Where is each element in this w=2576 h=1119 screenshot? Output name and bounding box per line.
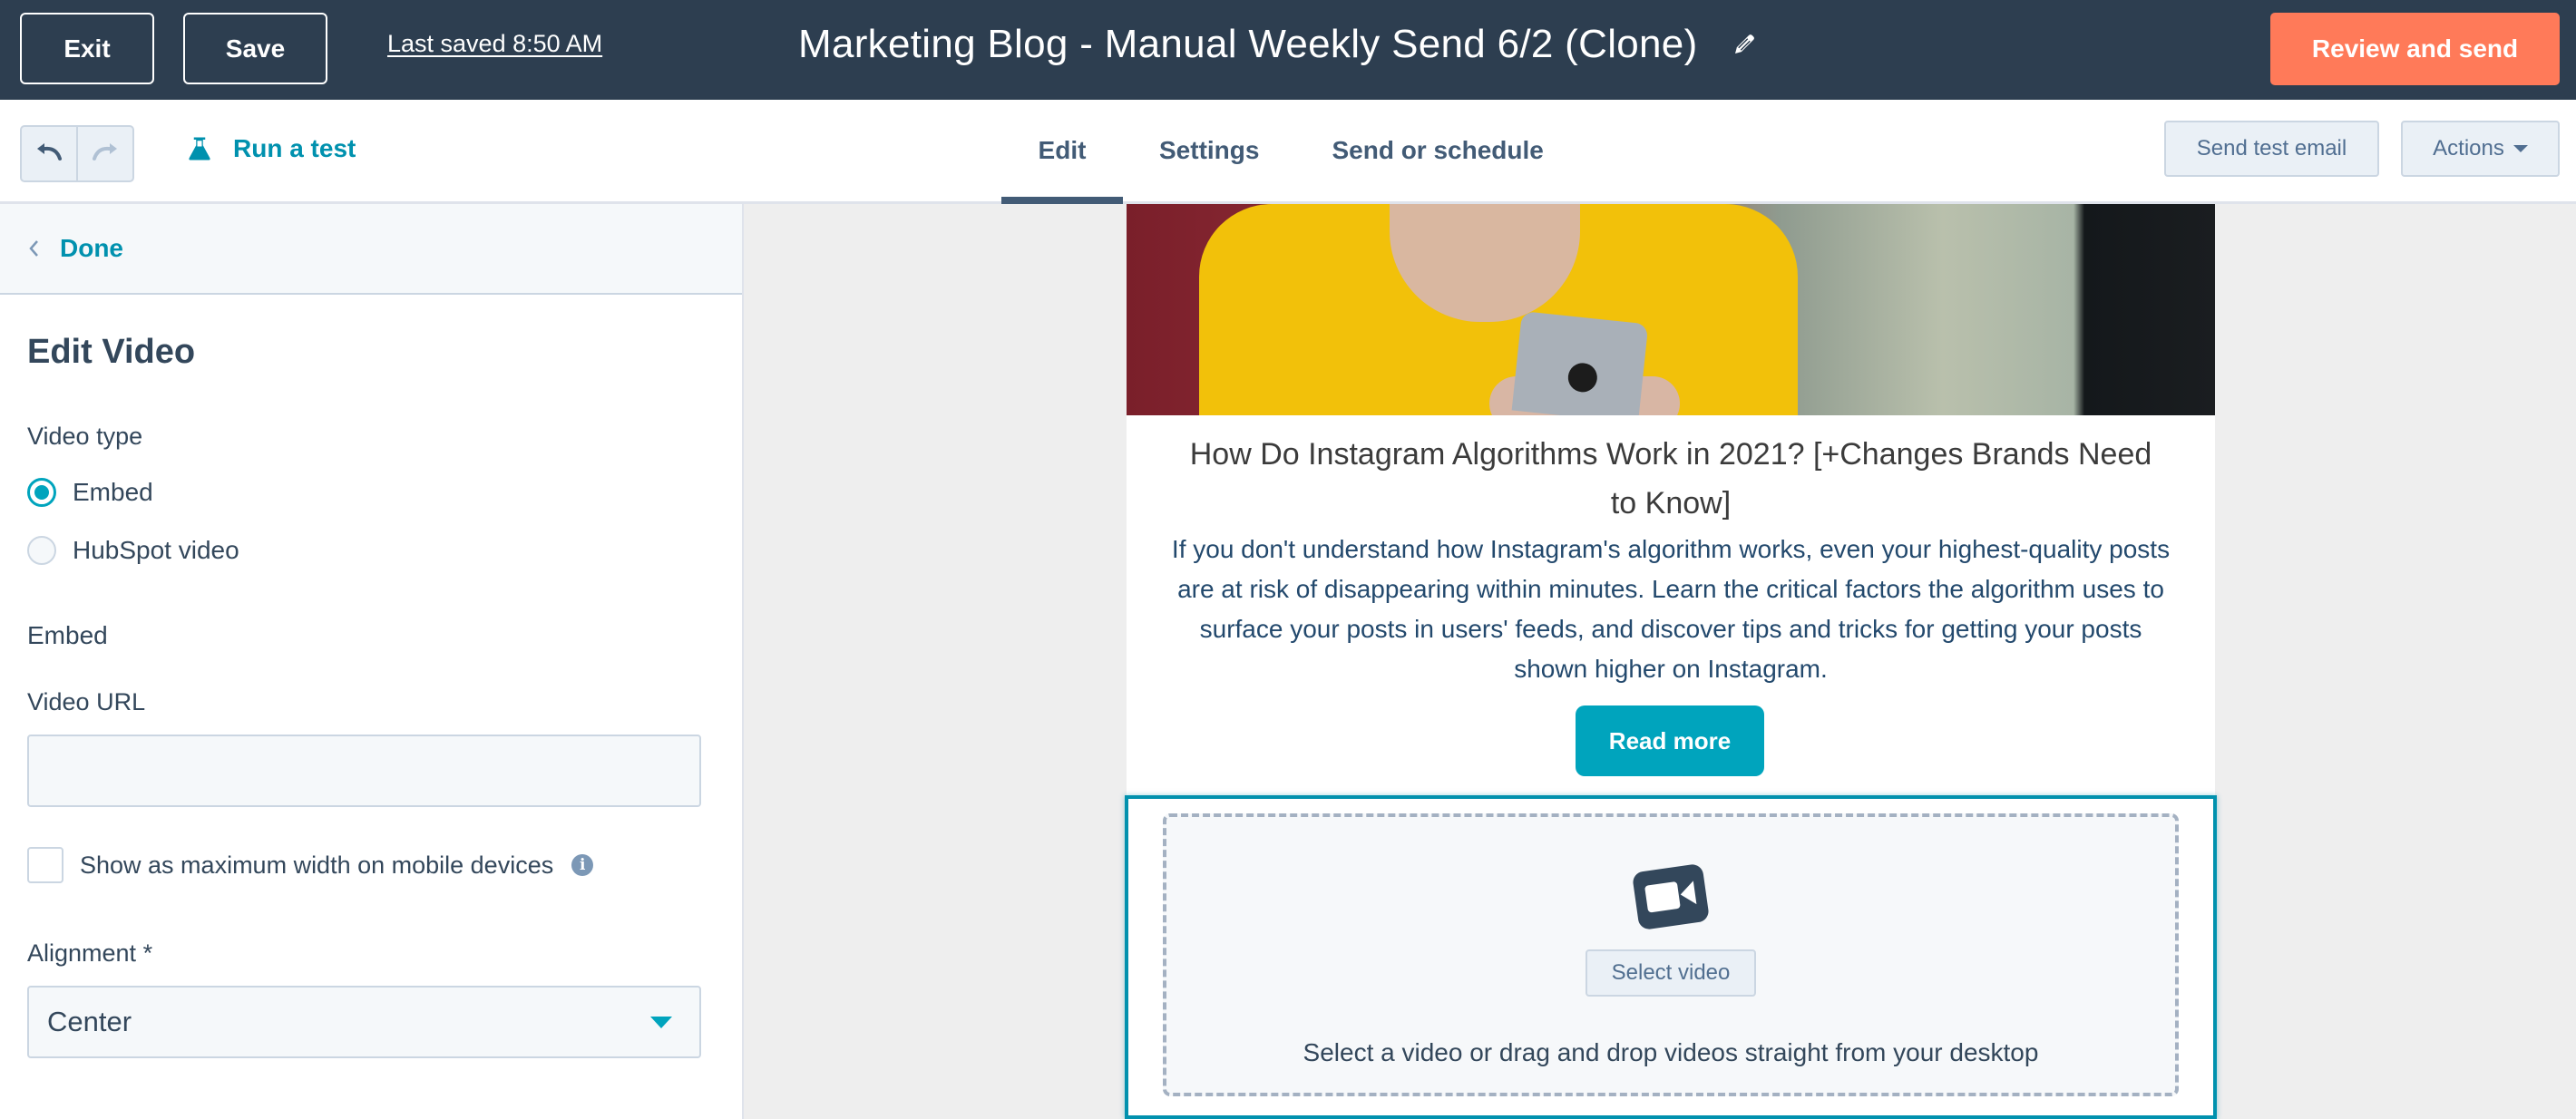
video-type-label: Video type [27, 423, 143, 450]
email-body: How Do Instagram Algorithms Work in 2021… [1125, 204, 2217, 1119]
chevron-left-icon [27, 238, 40, 258]
edit-video-panel: Done Edit Video Video type Embed HubSpot… [0, 204, 744, 1119]
alignment-value: Center [47, 1006, 132, 1037]
redo-icon [91, 141, 120, 167]
tab-settings[interactable]: Settings [1123, 100, 1295, 201]
undo-button[interactable] [22, 127, 76, 180]
done-button[interactable]: Done [0, 204, 742, 295]
done-label: Done [60, 234, 123, 262]
blog-post-image[interactable] [1127, 204, 2215, 415]
hero-image-phone-lens [1566, 361, 1599, 394]
hero-image-phone [1511, 310, 1649, 415]
select-video-button[interactable]: Select video [1586, 949, 1756, 997]
radio-button-checked[interactable] [27, 478, 56, 507]
tab-edit[interactable]: Edit [1001, 100, 1123, 204]
run-a-test-link[interactable]: Run a test [186, 134, 356, 163]
actions-dropdown-button[interactable]: Actions [2401, 121, 2560, 177]
max-width-label: Show as maximum width on mobile devices [80, 851, 554, 879]
actions-label: Actions [2433, 136, 2504, 161]
review-and-send-button[interactable]: Review and send [2270, 13, 2560, 85]
radio-hubspot-video-label: HubSpot video [73, 536, 239, 564]
pencil-icon[interactable] [1731, 31, 1758, 58]
email-title: Marketing Blog - Manual Weekly Send 6/2 … [798, 22, 1698, 66]
radio-embed[interactable]: Embed [27, 474, 715, 511]
send-test-email-button[interactable]: Send test email [2164, 121, 2379, 177]
read-more-button[interactable]: Read more [1576, 705, 1764, 776]
editor-tabs: Edit Settings Send or schedule [1001, 100, 1580, 204]
editor-toolbar: Run a test Edit Settings Send or schedul… [0, 100, 2576, 204]
undo-redo-group [20, 125, 134, 182]
last-saved-link[interactable]: Last saved 8:50 AM [387, 30, 602, 58]
undo-icon [34, 141, 63, 167]
drop-instructions: Select a video or drag and drop videos s… [1303, 1038, 2039, 1066]
radio-embed-label: Embed [73, 478, 153, 506]
info-icon[interactable]: i [571, 854, 594, 876]
email-preview-canvas: How Do Instagram Algorithms Work in 2021… [746, 204, 2576, 1119]
dropdown-arrow-icon [650, 1016, 672, 1028]
max-width-checkbox[interactable] [27, 847, 63, 883]
email-title-area: Marketing Blog - Manual Weekly Send 6/2 … [798, 22, 1758, 67]
video-url-input[interactable] [27, 735, 701, 807]
radio-hubspot-video[interactable]: HubSpot video [27, 532, 715, 569]
panel-title: Edit Video [27, 333, 196, 371]
video-url-label: Video URL [27, 688, 146, 715]
redo-button[interactable] [76, 127, 132, 180]
flask-icon [186, 135, 213, 162]
blog-post-summary: If you don't understand how Instagram's … [1171, 535, 2171, 683]
embed-section-heading: Embed [27, 621, 108, 649]
video-module-selected[interactable]: Select video Select a video or drag and … [1125, 795, 2217, 1119]
tab-send-or-schedule[interactable]: Send or schedule [1295, 100, 1579, 201]
top-navigation-bar: Exit Save Last saved 8:50 AM Marketing B… [0, 0, 2576, 100]
max-width-mobile-option: Show as maximum width on mobile devices … [27, 847, 715, 883]
save-button[interactable]: Save [183, 13, 327, 84]
alignment-select[interactable]: Center [27, 986, 701, 1058]
run-a-test-label: Run a test [233, 134, 356, 162]
video-camera-icon [1630, 861, 1712, 933]
alignment-label: Alignment * [27, 939, 153, 967]
caret-down-icon [2513, 145, 2528, 152]
blog-post-title: How Do Instagram Algorithms Work in 2021… [1189, 437, 2152, 521]
exit-button[interactable]: Exit [20, 13, 154, 84]
radio-button-unchecked[interactable] [27, 536, 56, 565]
video-dropzone[interactable]: Select video Select a video or drag and … [1163, 813, 2179, 1096]
